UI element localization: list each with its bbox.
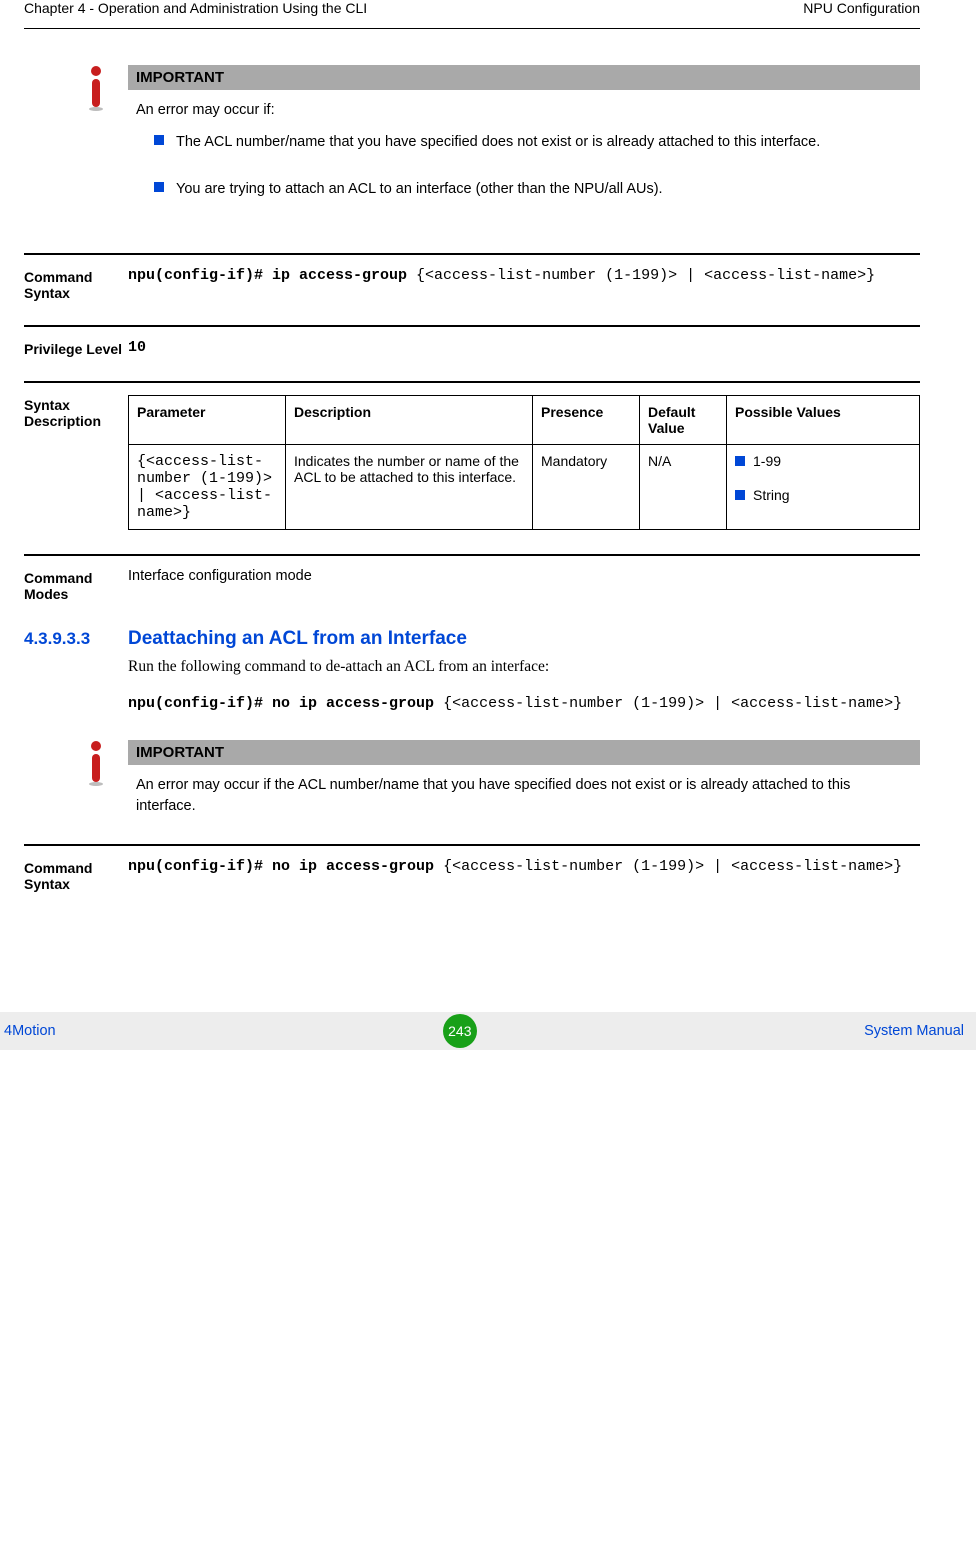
td-default: N/A [640,444,727,529]
possible-value: 1-99 [753,453,781,469]
command-syntax-label: Command Syntax [24,858,128,892]
privilege-level-value: 10 [128,339,920,357]
important-label: IMPORTANT [128,65,920,90]
cmd-bold: npu(config-if)# ip access-group [128,267,407,284]
section-intro: Run the following command to de-attach a… [128,658,920,676]
command-modes-label: Command Modes [24,568,128,602]
command-syntax-value: npu(config-if)# ip access-group {<access… [128,267,920,301]
command-syntax-label: Command Syntax [24,267,128,301]
th-possible: Possible Values [727,395,920,444]
header-left: Chapter 4 - Operation and Administration… [24,0,367,16]
syntax-description-table: Parameter Description Presence Default V… [128,395,920,530]
td-presence: Mandatory [533,444,640,529]
bullet-icon [154,182,164,192]
important-intro: An error may occur if: [136,100,912,120]
th-default: Default Value [640,395,727,444]
td-description: Indicates the number or name of the ACL … [286,444,533,529]
bullet-icon [154,135,164,145]
important-bullet-text: You are trying to attach an ACL to an in… [176,179,663,199]
important-bullet: You are trying to attach an ACL to an in… [136,179,912,199]
footer-left: 4Motion [0,1023,56,1039]
cmd-rest: {<access-list-number (1-199)> | <access-… [434,695,902,712]
cmd-rest: {<access-list-number (1-199)> | <access-… [434,858,902,875]
bullet-icon [735,456,745,466]
privilege-level-label: Privilege Level [24,339,128,357]
command-modes-value: Interface configuration mode [128,568,920,602]
table-row: {<access-list-number (1-199)> | <access-… [129,444,920,529]
important-icon [64,65,128,229]
header-rule [24,28,920,29]
syntax-description-label: Syntax Description [24,395,128,530]
cmd-bold: npu(config-if)# no ip access-group [128,695,434,712]
header-right: NPU Configuration [803,0,920,16]
th-description: Description [286,395,533,444]
cmd-bold: npu(config-if)# no ip access-group [128,858,434,875]
td-parameter: {<access-list-number (1-199)> | <access-… [129,444,286,529]
section-code: npu(config-if)# no ip access-group {<acc… [128,690,920,719]
footer-right: System Manual [864,1023,964,1039]
th-presence: Presence [533,395,640,444]
possible-value: String [753,487,790,503]
important-icon [64,740,128,820]
important-bullet-text: The ACL number/name that you have specif… [176,132,820,152]
important-text: An error may occur if the ACL number/nam… [128,765,920,820]
table-header-row: Parameter Description Presence Default V… [129,395,920,444]
section-title: Deattaching an ACL from an Interface [128,628,467,650]
footer: 4Motion 243 System Manual [0,1012,976,1050]
bullet-icon [735,490,745,500]
td-possible: 1-99 String [727,444,920,529]
section-number: 4.3.9.3.3 [24,629,128,649]
th-parameter: Parameter [129,395,286,444]
page-number-badge: 243 [443,1014,477,1048]
command-syntax-value: npu(config-if)# no ip access-group {<acc… [128,858,920,892]
important-bullet: The ACL number/name that you have specif… [136,132,912,152]
important-label: IMPORTANT [128,740,920,765]
cmd-rest: {<access-list-number (1-199)> | <access-… [407,267,875,284]
